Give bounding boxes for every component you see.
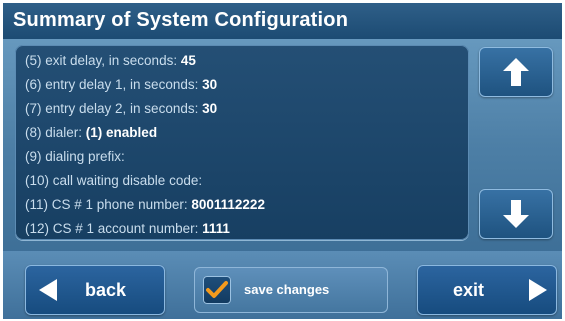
back-button[interactable]: back bbox=[25, 265, 165, 315]
back-button-label: back bbox=[85, 280, 127, 300]
summary-value: 30 bbox=[202, 77, 218, 92]
summary-screen: Summary of System Configuration (5) exit… bbox=[3, 3, 562, 319]
scroll-down-button[interactable] bbox=[479, 189, 553, 239]
summary-value: (1) enabled bbox=[85, 125, 158, 140]
summary-label: (8) dialer: bbox=[25, 125, 83, 140]
summary-label: (5) exit delay, in seconds: bbox=[25, 53, 178, 68]
summary-label: (12) CS # 1 account number: bbox=[25, 221, 199, 236]
scroll-up-button[interactable] bbox=[479, 47, 553, 97]
configuration-summary-panel: (5) exit delay, in seconds: 45 (6) entry… bbox=[15, 45, 469, 240]
arrow-up-icon bbox=[503, 58, 529, 86]
bottom-action-bar: back save changes exit bbox=[3, 251, 562, 319]
summary-line-cs1-account-number: (12) CS # 1 account number: 1111 bbox=[25, 221, 230, 236]
exit-button[interactable]: exit bbox=[417, 265, 557, 315]
summary-label: (7) entry delay 2, in seconds: bbox=[25, 101, 199, 116]
triangle-left-icon bbox=[39, 279, 57, 301]
page-title: Summary of System Configuration bbox=[13, 9, 349, 31]
summary-value: 1111 bbox=[202, 221, 230, 236]
checkmark-icon bbox=[206, 281, 228, 298]
save-changes-checkbox[interactable] bbox=[203, 276, 231, 304]
summary-line-dialer: (8) dialer: (1) enabled bbox=[25, 125, 157, 140]
summary-value: 45 bbox=[180, 53, 196, 68]
title-bar: Summary of System Configuration bbox=[3, 3, 562, 39]
save-changes-toggle[interactable]: save changes bbox=[194, 267, 388, 313]
summary-label: (10) call waiting disable code: bbox=[25, 173, 203, 188]
summary-line-exit-delay: (5) exit delay, in seconds: 45 bbox=[25, 53, 196, 68]
summary-line-cs1-phone-number: (11) CS # 1 phone number: 8001112222 bbox=[25, 197, 265, 212]
summary-label: (11) CS # 1 phone number: bbox=[25, 197, 188, 212]
summary-line-entry-delay-2: (7) entry delay 2, in seconds: 30 bbox=[25, 101, 217, 116]
summary-label: (6) entry delay 1, in seconds: bbox=[25, 77, 199, 92]
triangle-right-icon bbox=[529, 279, 547, 301]
summary-line-call-waiting-disable-code: (10) call waiting disable code: bbox=[25, 173, 202, 188]
summary-line-dialing-prefix: (9) dialing prefix: bbox=[25, 149, 125, 164]
exit-button-label: exit bbox=[453, 280, 485, 300]
summary-line-entry-delay-1: (6) entry delay 1, in seconds: 30 bbox=[25, 77, 217, 92]
summary-label: (9) dialing prefix: bbox=[25, 149, 125, 164]
save-changes-label: save changes bbox=[244, 282, 330, 297]
summary-value: 8001112222 bbox=[191, 197, 265, 212]
arrow-down-icon bbox=[503, 200, 529, 228]
summary-value: 30 bbox=[202, 101, 218, 116]
